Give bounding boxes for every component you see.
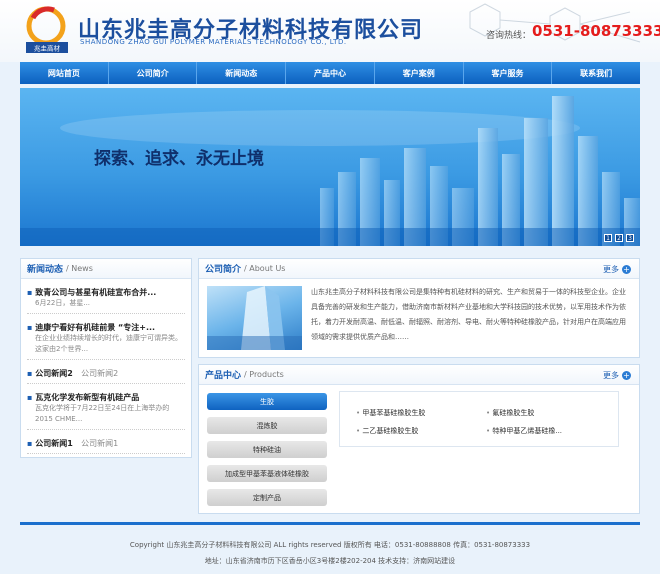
nav-home[interactable]: 网站首页 <box>20 62 109 84</box>
about-panel-header: 公司简介 / About Us <box>199 259 639 279</box>
nav-service[interactable]: 客户服务 <box>464 62 553 84</box>
news-item-title[interactable]: 公司新闻1 公司新闻1 <box>27 438 185 449</box>
product-list: 甲基苯基硅橡胶生胶 氟硅橡胶生胶 二乙基硅橡胶生胶 特种甲基乙烯基硅橡... <box>339 391 619 447</box>
company-name-en: SHANDONG ZHAO GUI POLYMER MATERIALS TECH… <box>80 38 347 46</box>
category-special-silicone-oil[interactable]: 特种硅油 <box>207 441 327 458</box>
nav-products[interactable]: 产品中心 <box>286 62 375 84</box>
banner-page-3[interactable]: 3 <box>626 234 634 242</box>
about-more-link[interactable]: 更多 + <box>603 264 631 275</box>
company-building-image <box>207 286 302 350</box>
about-description: 山东兆圭高分子材料科技有限公司是集特种有机硅材料的研究、生产和贸易于一体的科技型… <box>311 288 626 341</box>
list-item: 公司新闻1 公司新闻1 <box>27 438 185 454</box>
list-item: 致青公司与甚星有机硅宣布合并... 6月22日，甚星... <box>27 287 185 314</box>
news-item-title[interactable]: 迪康宁看好有机硅前景 “专注+... <box>27 322 185 333</box>
company-logo: 兆圭高材 <box>26 6 68 53</box>
product-item[interactable]: 特种甲基乙烯基硅橡... <box>486 426 562 436</box>
nav-contact[interactable]: 联系我们 <box>552 62 640 84</box>
news-panel-header: 新闻动态 / News <box>21 259 191 279</box>
products-title-en: / Products <box>244 370 284 379</box>
building-illustration <box>207 286 302 350</box>
about-title: 公司简介 <box>205 265 242 275</box>
news-item-title[interactable]: 公司新闻2 公司新闻2 <box>27 368 185 379</box>
list-item: 瓦克化学发布新型有机硅产品 瓦克化学将于7月22日至24日在上海举办的2015 … <box>27 392 185 430</box>
logo-text: 兆圭高材 <box>34 44 61 53</box>
news-item-meta: 公司新闻2 <box>81 369 119 378</box>
news-title-en: / News <box>66 264 93 273</box>
product-category-list: 生胶 混炼胶 特种硅油 加成型甲基苯基液体硅橡胶 定制产品 <box>207 393 327 513</box>
news-item-title[interactable]: 瓦克化学发布新型有机硅产品 <box>27 392 185 403</box>
category-raw-rubber[interactable]: 生胶 <box>207 393 327 410</box>
hotline-label: 咨询热线： <box>486 31 532 41</box>
banner-page-1[interactable]: 1 <box>604 234 612 242</box>
news-item-title[interactable]: 致青公司与甚星有机硅宣布合并... <box>27 287 185 298</box>
nav-about[interactable]: 公司简介 <box>109 62 198 84</box>
plus-icon: + <box>622 371 631 380</box>
news-item-summary: 瓦克化学将于7月22日至24日在上海举办的2015 CHME... <box>27 403 185 430</box>
hotline-number: 0531-80873333 <box>532 22 660 40</box>
product-item[interactable]: 氟硅橡胶生胶 <box>486 408 534 418</box>
products-more-link[interactable]: 更多 + <box>603 370 631 381</box>
nav-cases[interactable]: 客户案例 <box>375 62 464 84</box>
plus-icon: + <box>622 265 631 274</box>
footer-address: 地址：山东省济南市历下区香岳小区3号楼2楼202-204 技术支持：济南网站建设 <box>204 557 456 565</box>
about-title-en: / About Us <box>244 264 286 273</box>
news-list: 致青公司与甚星有机硅宣布合并... 6月22日，甚星... 迪康宁看好有机硅前景… <box>21 287 191 454</box>
banner-slogan: 探索、追求、永无止境 <box>94 149 264 169</box>
hero-banner: 探索、追求、永无止境 1 2 3 <box>20 88 640 246</box>
category-liquid-silicone-rubber[interactable]: 加成型甲基苯基液体硅橡胶 <box>207 465 327 482</box>
product-item[interactable]: 二乙基硅橡胶生胶 <box>356 426 418 436</box>
news-item-summary: 在企业业绩持续增长的时代，迪康宁可谓异类。这家由2个世界... <box>27 333 185 360</box>
news-panel: 新闻动态 / News 致青公司与甚星有机硅宣布合并... 6月22日，甚星..… <box>20 258 192 458</box>
more-label: 更多 <box>603 265 619 274</box>
main-nav: 网站首页 公司简介 新闻动态 产品中心 客户案例 客户服务 联系我们 <box>20 62 640 84</box>
footer-divider <box>20 522 640 525</box>
products-panel: 产品中心 / Products 更多 + 生胶 混炼胶 特种硅油 加成型甲基苯基… <box>198 364 640 514</box>
banner-pager: 1 2 3 <box>604 234 634 242</box>
list-item: 迪康宁看好有机硅前景 “专注+... 在企业业绩持续增长的时代，迪康宁可谓异类。… <box>27 322 185 360</box>
news-item-summary: 6月22日，甚星... <box>27 298 185 314</box>
list-item: 公司新闻2 公司新闻2 <box>27 368 185 384</box>
products-panel-header: 产品中心 / Products <box>199 365 639 385</box>
more-label: 更多 <box>603 371 619 380</box>
product-item[interactable]: 甲基苯基硅橡胶生胶 <box>356 408 425 418</box>
news-item-title-text: 公司新闻1 <box>35 439 73 448</box>
nav-news[interactable]: 新闻动态 <box>197 62 287 84</box>
products-title: 产品中心 <box>205 371 242 381</box>
about-panel: 公司简介 / About Us 更多 + 山东兆圭高分子材料科技有限公司是集特种… <box>198 258 640 358</box>
category-compound-rubber[interactable]: 混炼胶 <box>207 417 327 434</box>
news-item-title-text: 公司新闻2 <box>35 369 73 378</box>
footer-copyright: Copyright 山东兆圭高分子材料科技有限公司 ALL rights res… <box>129 541 531 549</box>
category-custom-products[interactable]: 定制产品 <box>207 489 327 506</box>
news-item-summary <box>27 379 185 384</box>
news-item-summary <box>27 449 185 454</box>
site-header: 兆圭高材 山东兆圭高分子材料科技有限公司 SHANDONG ZHAO GUI P… <box>0 0 660 62</box>
news-item-meta: 公司新闻1 <box>81 439 119 448</box>
banner-page-2[interactable]: 2 <box>615 234 623 242</box>
news-title: 新闻动态 <box>27 265 64 275</box>
